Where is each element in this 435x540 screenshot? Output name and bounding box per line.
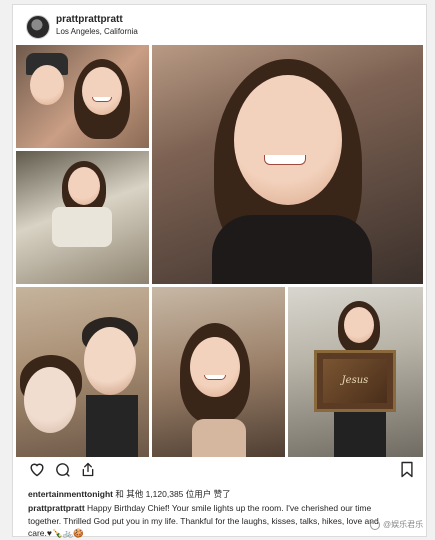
likes-text: 和 其他 1,120,385 位用户 赞了 [113, 489, 231, 499]
caption-line-2: together. Thrilled God put you in my lif… [28, 515, 379, 526]
caption-username[interactable]: prattprattpratt [28, 503, 85, 513]
watermark-text: @娱乐君乐 [383, 520, 424, 529]
caption-line-1: Happy Birthday Chief! Your smile lights … [84, 503, 372, 513]
caption-line-3: care.♥🍾🚲🍪 [28, 528, 84, 538]
action-bar [13, 457, 426, 485]
post-caption: prattprattpratt Happy Birthday Chief! Yo… [28, 502, 414, 540]
likes-summary: entertainmenttonight 和 其他 1,120,385 位用户 … [28, 488, 231, 500]
photo-collage[interactable]: Jesus [16, 45, 423, 457]
weibo-logo-icon [370, 519, 380, 530]
watermark: @娱乐君乐 [370, 519, 423, 530]
comment-icon[interactable] [54, 461, 71, 478]
share-icon[interactable] [80, 461, 96, 478]
photo-hair-pull [152, 287, 285, 457]
photo-with-mask [16, 151, 149, 284]
photo-birthday-smile [152, 45, 423, 284]
post-username[interactable]: prattprattpratt [56, 14, 123, 25]
heart-icon[interactable] [28, 461, 46, 477]
instagram-post-card: prattprattpratt Los Angeles, California [12, 4, 427, 540]
plaque-label: Jesus [341, 375, 369, 386]
post-location[interactable]: Los Angeles, California [56, 27, 138, 36]
likes-account[interactable]: entertainmenttonight [28, 489, 113, 499]
photo-couple-kiss [16, 45, 149, 148]
photo-face-masks [16, 287, 149, 457]
avatar[interactable] [26, 15, 50, 39]
bookmark-icon[interactable] [400, 461, 414, 478]
post-header: prattprattpratt Los Angeles, California [13, 5, 426, 45]
jesus-plaque: Jesus [314, 350, 396, 412]
